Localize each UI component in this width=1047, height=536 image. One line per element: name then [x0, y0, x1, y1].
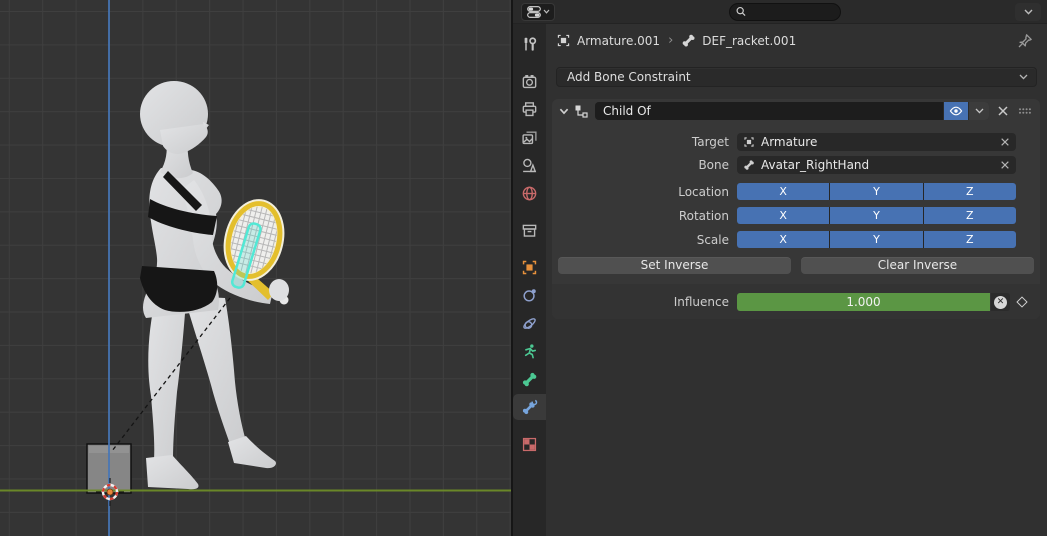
eye-icon — [949, 105, 963, 117]
props-tab-output[interactable] — [513, 96, 546, 122]
properties-header — [513, 0, 1047, 24]
hand — [269, 279, 289, 305]
viewport-scene — [0, 0, 511, 536]
blender-window: Armature.001 › DEF_racket.001 Add Bone C… — [0, 0, 1047, 536]
bone-clear-button[interactable] — [1000, 160, 1010, 170]
scale-x-toggle[interactable]: X — [737, 231, 829, 248]
set-inverse-button[interactable]: Set Inverse — [558, 257, 791, 274]
bone-value: Avatar_RightHand — [761, 158, 869, 172]
properties-content: Armature.001 › DEF_racket.001 Add Bone C… — [546, 24, 1047, 536]
keyframe-decorator-icon[interactable] — [1016, 296, 1027, 307]
breadcrumb-bone-label: DEF_racket.001 — [702, 34, 796, 48]
breadcrumb-bone[interactable]: DEF_racket.001 — [681, 33, 796, 48]
location-axis-toggles: X Y Z — [737, 183, 1016, 200]
add-bone-constraint-label: Add Bone Constraint — [567, 70, 1019, 84]
props-tab-collection[interactable] — [513, 217, 546, 243]
constraint-panel-header: Child Of — [552, 99, 1040, 123]
3d-viewport[interactable] — [0, 0, 511, 536]
search-icon — [736, 6, 746, 17]
scale-axis-toggles: X Y Z — [737, 231, 1016, 248]
location-x-toggle[interactable]: X — [737, 183, 829, 200]
editor-type-button[interactable] — [521, 3, 555, 21]
front-foot — [228, 436, 276, 468]
influence-label: Influence — [558, 295, 737, 309]
props-tab-constraints[interactable] — [513, 282, 546, 308]
breadcrumb-separator: › — [668, 33, 673, 48]
search-field[interactable] — [729, 3, 841, 21]
props-tab-render[interactable] — [513, 68, 546, 94]
props-tab-object-data[interactable] — [513, 338, 546, 364]
breadcrumb-object-label: Armature.001 — [577, 34, 660, 48]
close-icon — [1000, 160, 1010, 170]
breadcrumb: Armature.001 › DEF_racket.001 — [546, 24, 1047, 57]
constraint-visibility-toggle[interactable] — [944, 102, 968, 120]
location-label: Location — [558, 185, 737, 199]
scale-label: Scale — [558, 233, 737, 247]
props-tab-physics[interactable] — [513, 310, 546, 336]
rotation-z-toggle[interactable]: Z — [924, 207, 1016, 224]
chevron-down-icon — [543, 9, 550, 14]
circle-x-icon: ✕ — [994, 296, 1007, 309]
props-tab-bone-constraint[interactable] — [513, 394, 546, 420]
influence-slider[interactable]: 1.000 — [737, 293, 990, 311]
influence-clear-override-button[interactable]: ✕ — [991, 293, 1010, 311]
close-icon — [997, 105, 1009, 117]
props-tab-view-layer[interactable] — [513, 124, 546, 150]
props-tab-tool[interactable] — [513, 31, 546, 57]
rotation-label: Rotation — [558, 209, 737, 223]
header-overflow-button[interactable] — [1015, 3, 1041, 21]
target-value: Armature — [761, 135, 817, 149]
rotation-axis-toggles: X Y Z — [737, 207, 1016, 224]
constraint-drag-handle[interactable] — [1018, 106, 1032, 116]
back-foot — [146, 455, 199, 489]
close-icon — [1000, 137, 1010, 147]
grip-dots-icon — [1018, 106, 1032, 116]
chevron-down-icon — [1024, 9, 1033, 15]
constraint-name-field[interactable]: Child Of — [595, 102, 943, 120]
target-field[interactable]: Armature — [737, 133, 1016, 151]
properties-editor: Armature.001 › DEF_racket.001 Add Bone C… — [513, 0, 1047, 536]
child-of-constraint-panel: Child Of — [552, 99, 1040, 319]
location-y-toggle[interactable]: Y — [830, 183, 922, 200]
object-icon — [743, 136, 755, 148]
props-tab-world[interactable] — [513, 180, 546, 206]
target-label: Target — [558, 135, 737, 149]
scale-z-toggle[interactable]: Z — [924, 231, 1016, 248]
props-tab-scene[interactable] — [513, 152, 546, 178]
bone-icon — [743, 159, 755, 171]
constraint-extras-dropdown[interactable] — [969, 102, 989, 120]
constraint-delete-button[interactable] — [997, 105, 1009, 117]
bone-field[interactable]: Avatar_RightHand — [737, 156, 1016, 174]
location-z-toggle[interactable]: Z — [924, 183, 1016, 200]
props-tab-texture[interactable] — [513, 431, 546, 457]
add-bone-constraint-dropdown[interactable]: Add Bone Constraint — [556, 67, 1037, 87]
object-origin-dot — [107, 489, 113, 495]
props-tab-object[interactable] — [513, 254, 546, 280]
clear-inverse-button[interactable]: Clear Inverse — [801, 257, 1034, 274]
chevron-down-icon — [1019, 74, 1028, 80]
object-icon — [556, 33, 571, 48]
child-of-constraint-icon — [572, 103, 589, 120]
props-tab-bone[interactable] — [513, 366, 546, 392]
target-clear-button[interactable] — [1000, 137, 1010, 147]
pin-icon[interactable] — [1017, 33, 1033, 49]
scale-y-toggle[interactable]: Y — [830, 231, 922, 248]
properties-tab-strip — [513, 24, 546, 536]
chevron-down-icon — [975, 108, 984, 114]
rotation-y-toggle[interactable]: Y — [830, 207, 922, 224]
bone-icon — [681, 33, 696, 48]
influence-slider-group: 1.000 ✕ — [737, 293, 1010, 311]
properties-editor-icon — [527, 6, 541, 18]
search-input[interactable] — [750, 5, 834, 18]
constraint-name-group: Child Of — [595, 102, 989, 120]
influence-subpanel: Influence 1.000 ✕ — [552, 284, 1040, 319]
breadcrumb-object[interactable]: Armature.001 — [556, 33, 660, 48]
bone-label: Bone — [558, 158, 737, 172]
rotation-x-toggle[interactable]: X — [737, 207, 829, 224]
expand-chevron-icon[interactable] — [558, 105, 570, 117]
